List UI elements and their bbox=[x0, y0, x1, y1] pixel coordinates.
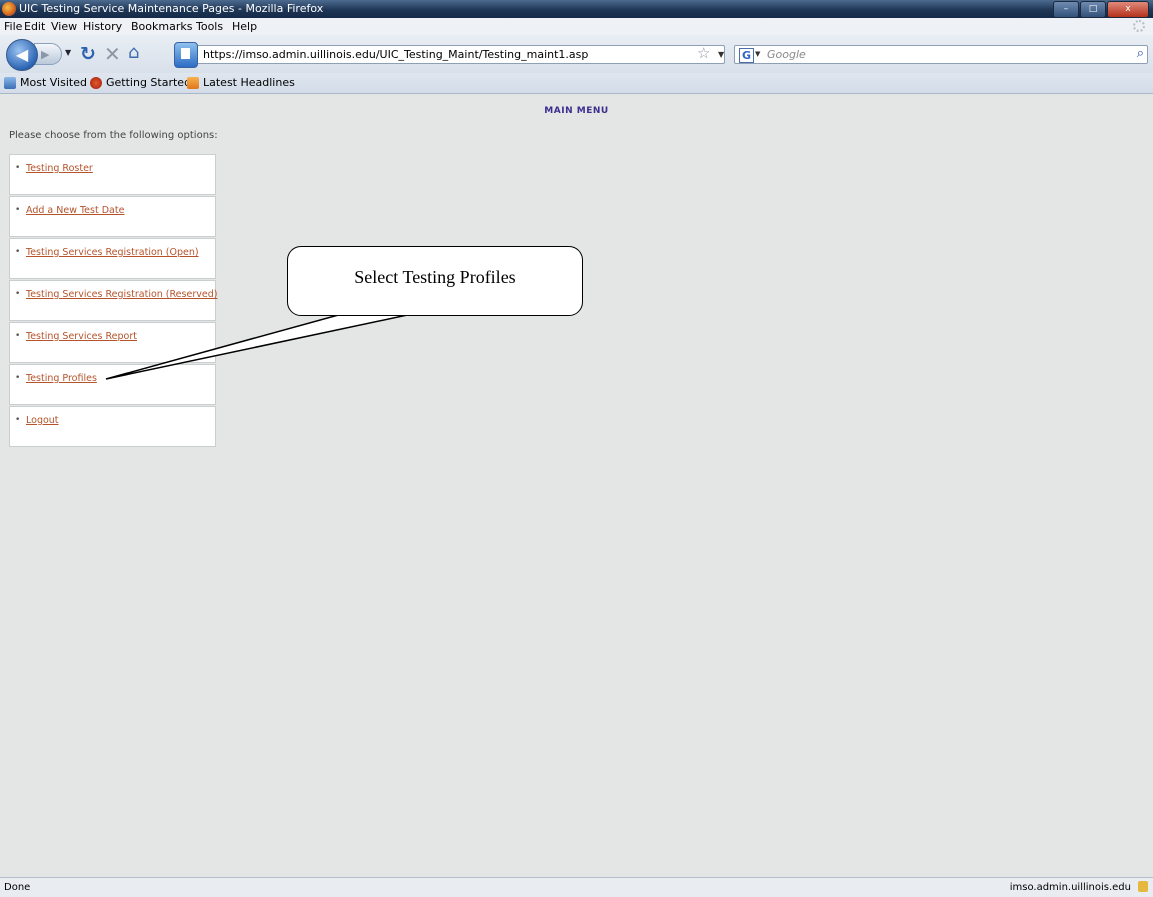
page-content: MAIN MENU Please choose from the followi… bbox=[0, 94, 1153, 877]
link-testing-profiles[interactable]: Testing Profiles bbox=[26, 373, 97, 384]
bookmark-label: Getting Started bbox=[106, 76, 192, 89]
link-logout[interactable]: Logout bbox=[26, 415, 59, 426]
menu-view[interactable]: View bbox=[51, 20, 77, 33]
back-button[interactable]: ◀ bbox=[6, 39, 38, 71]
bullet-icon: • bbox=[15, 415, 21, 425]
firefox-icon bbox=[2, 2, 16, 16]
google-engine-icon[interactable]: G bbox=[739, 48, 754, 63]
back-arrow-icon: ◀ bbox=[15, 45, 29, 64]
menu-history[interactable]: History bbox=[83, 20, 122, 33]
bullet-icon: • bbox=[15, 247, 21, 257]
list-item: • Testing Roster bbox=[9, 154, 216, 195]
bullet-icon: • bbox=[15, 331, 21, 341]
address-bar[interactable]: https://imso.admin.uillinois.edu/UIC_Tes… bbox=[174, 42, 725, 68]
list-item: • Testing Services Report bbox=[9, 322, 216, 363]
menu-bookmarks[interactable]: Bookmarks bbox=[131, 20, 192, 33]
lock-icon[interactable] bbox=[1138, 881, 1148, 892]
bookmark-most-visited[interactable]: Most Visited bbox=[4, 76, 87, 89]
link-registration-reserved[interactable]: Testing Services Registration (Reserved) bbox=[26, 289, 217, 300]
maximize-button[interactable]: □ bbox=[1080, 1, 1106, 18]
bullet-icon: • bbox=[15, 163, 21, 173]
window-controls: – □ x bbox=[1052, 1, 1149, 18]
list-item: • Testing Services Registration (Reserve… bbox=[9, 280, 217, 321]
bullet-icon: • bbox=[15, 289, 21, 299]
menu-file[interactable]: File bbox=[4, 20, 22, 33]
engine-dropdown-icon[interactable]: ▼ bbox=[755, 50, 760, 58]
bookmarks-toolbar: Most Visited Getting Started Latest Head… bbox=[0, 73, 1153, 94]
window-title: UIC Testing Service Maintenance Pages - … bbox=[19, 2, 324, 15]
status-text: Done bbox=[4, 882, 31, 893]
minimize-button[interactable]: – bbox=[1053, 1, 1079, 18]
search-bar[interactable]: G ▼ Google ⌕ bbox=[734, 45, 1148, 64]
bookmark-latest-headlines[interactable]: Latest Headlines bbox=[187, 76, 295, 89]
menu-tools[interactable]: Tools bbox=[196, 20, 223, 33]
stop-icon[interactable]: ✕ bbox=[104, 42, 121, 66]
forward-button[interactable]: ▶ bbox=[34, 43, 62, 65]
home-icon[interactable]: ⌂ bbox=[128, 42, 139, 63]
history-dropdown-icon[interactable]: ▼ bbox=[65, 48, 71, 57]
menu-bar: File Edit View History Bookmarks Tools H… bbox=[0, 18, 1153, 35]
menu-help[interactable]: Help bbox=[232, 20, 257, 33]
menu-edit[interactable]: Edit bbox=[24, 20, 45, 33]
options-prompt: Please choose from the following options… bbox=[9, 130, 218, 141]
firefox-icon bbox=[90, 76, 102, 89]
navigation-toolbar: ▶ ◀ ▼ ↻ ✕ ⌂ https://imso.admin.uillinois… bbox=[0, 35, 1153, 73]
options-list: • Testing Roster • Add a New Test Date •… bbox=[9, 154, 217, 448]
site-identity-icon[interactable] bbox=[174, 42, 198, 68]
bookmark-getting-started[interactable]: Getting Started bbox=[90, 76, 191, 89]
page-title: MAIN MENU bbox=[544, 106, 609, 116]
close-button[interactable]: x bbox=[1107, 1, 1149, 18]
callout-box: Select Testing Profiles bbox=[287, 246, 583, 316]
list-item: • Testing Profiles bbox=[9, 364, 216, 405]
list-item: • Testing Services Registration (Open) bbox=[9, 238, 216, 279]
status-bar: Done imso.admin.uillinois.edu bbox=[0, 877, 1153, 897]
bookmark-star-icon[interactable]: ☆ bbox=[697, 46, 710, 61]
reload-icon[interactable]: ↻ bbox=[80, 43, 96, 65]
rss-icon bbox=[187, 76, 199, 89]
link-add-new-test-date[interactable]: Add a New Test Date bbox=[26, 205, 124, 216]
search-input[interactable]: Google bbox=[767, 48, 806, 61]
list-item: • Logout bbox=[9, 406, 216, 447]
bullet-icon: • bbox=[15, 373, 21, 383]
forward-arrow-icon: ▶ bbox=[41, 48, 50, 61]
bookmark-label: Latest Headlines bbox=[203, 76, 295, 89]
link-registration-open[interactable]: Testing Services Registration (Open) bbox=[26, 247, 199, 258]
link-services-report[interactable]: Testing Services Report bbox=[26, 331, 137, 342]
callout-text: Select Testing Profiles bbox=[354, 267, 516, 287]
activity-throbber-icon bbox=[1133, 20, 1145, 32]
url-text[interactable]: https://imso.admin.uillinois.edu/UIC_Tes… bbox=[203, 48, 588, 61]
window-titlebar: UIC Testing Service Maintenance Pages - … bbox=[0, 0, 1153, 18]
list-item: • Add a New Test Date bbox=[9, 196, 216, 237]
link-testing-roster[interactable]: Testing Roster bbox=[26, 163, 93, 174]
bullet-icon: • bbox=[15, 205, 21, 215]
url-dropdown-icon[interactable]: ▼ bbox=[718, 50, 724, 59]
status-domain: imso.admin.uillinois.edu bbox=[1009, 882, 1131, 893]
search-icon[interactable]: ⌕ bbox=[1137, 46, 1144, 61]
most-visited-icon bbox=[4, 76, 16, 89]
bookmark-label: Most Visited bbox=[20, 76, 87, 89]
